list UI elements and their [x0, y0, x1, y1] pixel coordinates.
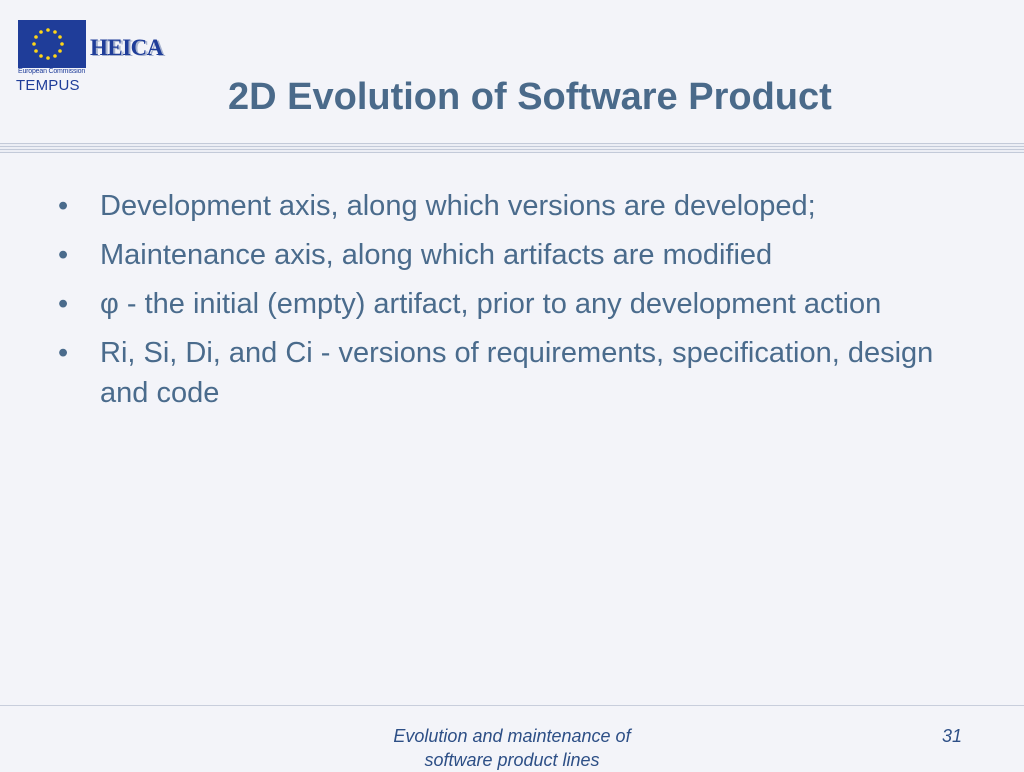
bullet-item: • Maintenance axis, along which artifact… — [58, 235, 958, 275]
footer-divider — [0, 705, 1024, 706]
page-number: 31 — [941, 726, 962, 746]
bullet-text: Development axis, along which versions a… — [100, 190, 816, 222]
tempus-label: TEMPUS — [16, 77, 80, 94]
bullet-marker: • — [58, 288, 69, 320]
bullet-list: • Development axis, along which versions… — [58, 186, 958, 422]
eu-flag-icon — [18, 20, 86, 68]
title-divider — [0, 143, 1024, 153]
slide: European Commission TEMPUS HEICA 2D Evol… — [0, 0, 1024, 770]
heica-logo-text: HEICA — [90, 35, 163, 60]
bullet-item: • Development axis, along which versions… — [58, 186, 958, 226]
slide-title: 2D Evolution of Software Product — [228, 76, 832, 118]
footer-caption: Evolution and maintenance of software pr… — [393, 726, 631, 770]
bullet-item: • Ri, Si, Di, and Ci - versions of requi… — [58, 333, 958, 413]
eu-stars-icon — [32, 28, 64, 60]
bullet-marker: • — [58, 337, 69, 369]
bullet-item: • φ - the initial (empty) artifact, prio… — [58, 284, 958, 324]
tempus-logo: European Commission TEMPUS HEICA — [16, 18, 178, 98]
bullet-text: Maintenance axis, along which artifacts … — [100, 239, 773, 271]
commission-label: European Commission — [18, 68, 86, 75]
bullet-marker: • — [58, 190, 69, 222]
bullet-text: Ri, Si, Di, and Ci - versions of require… — [100, 337, 934, 409]
bullet-text: φ - the initial (empty) artifact, prior … — [100, 288, 882, 320]
bullet-marker: • — [58, 239, 69, 271]
